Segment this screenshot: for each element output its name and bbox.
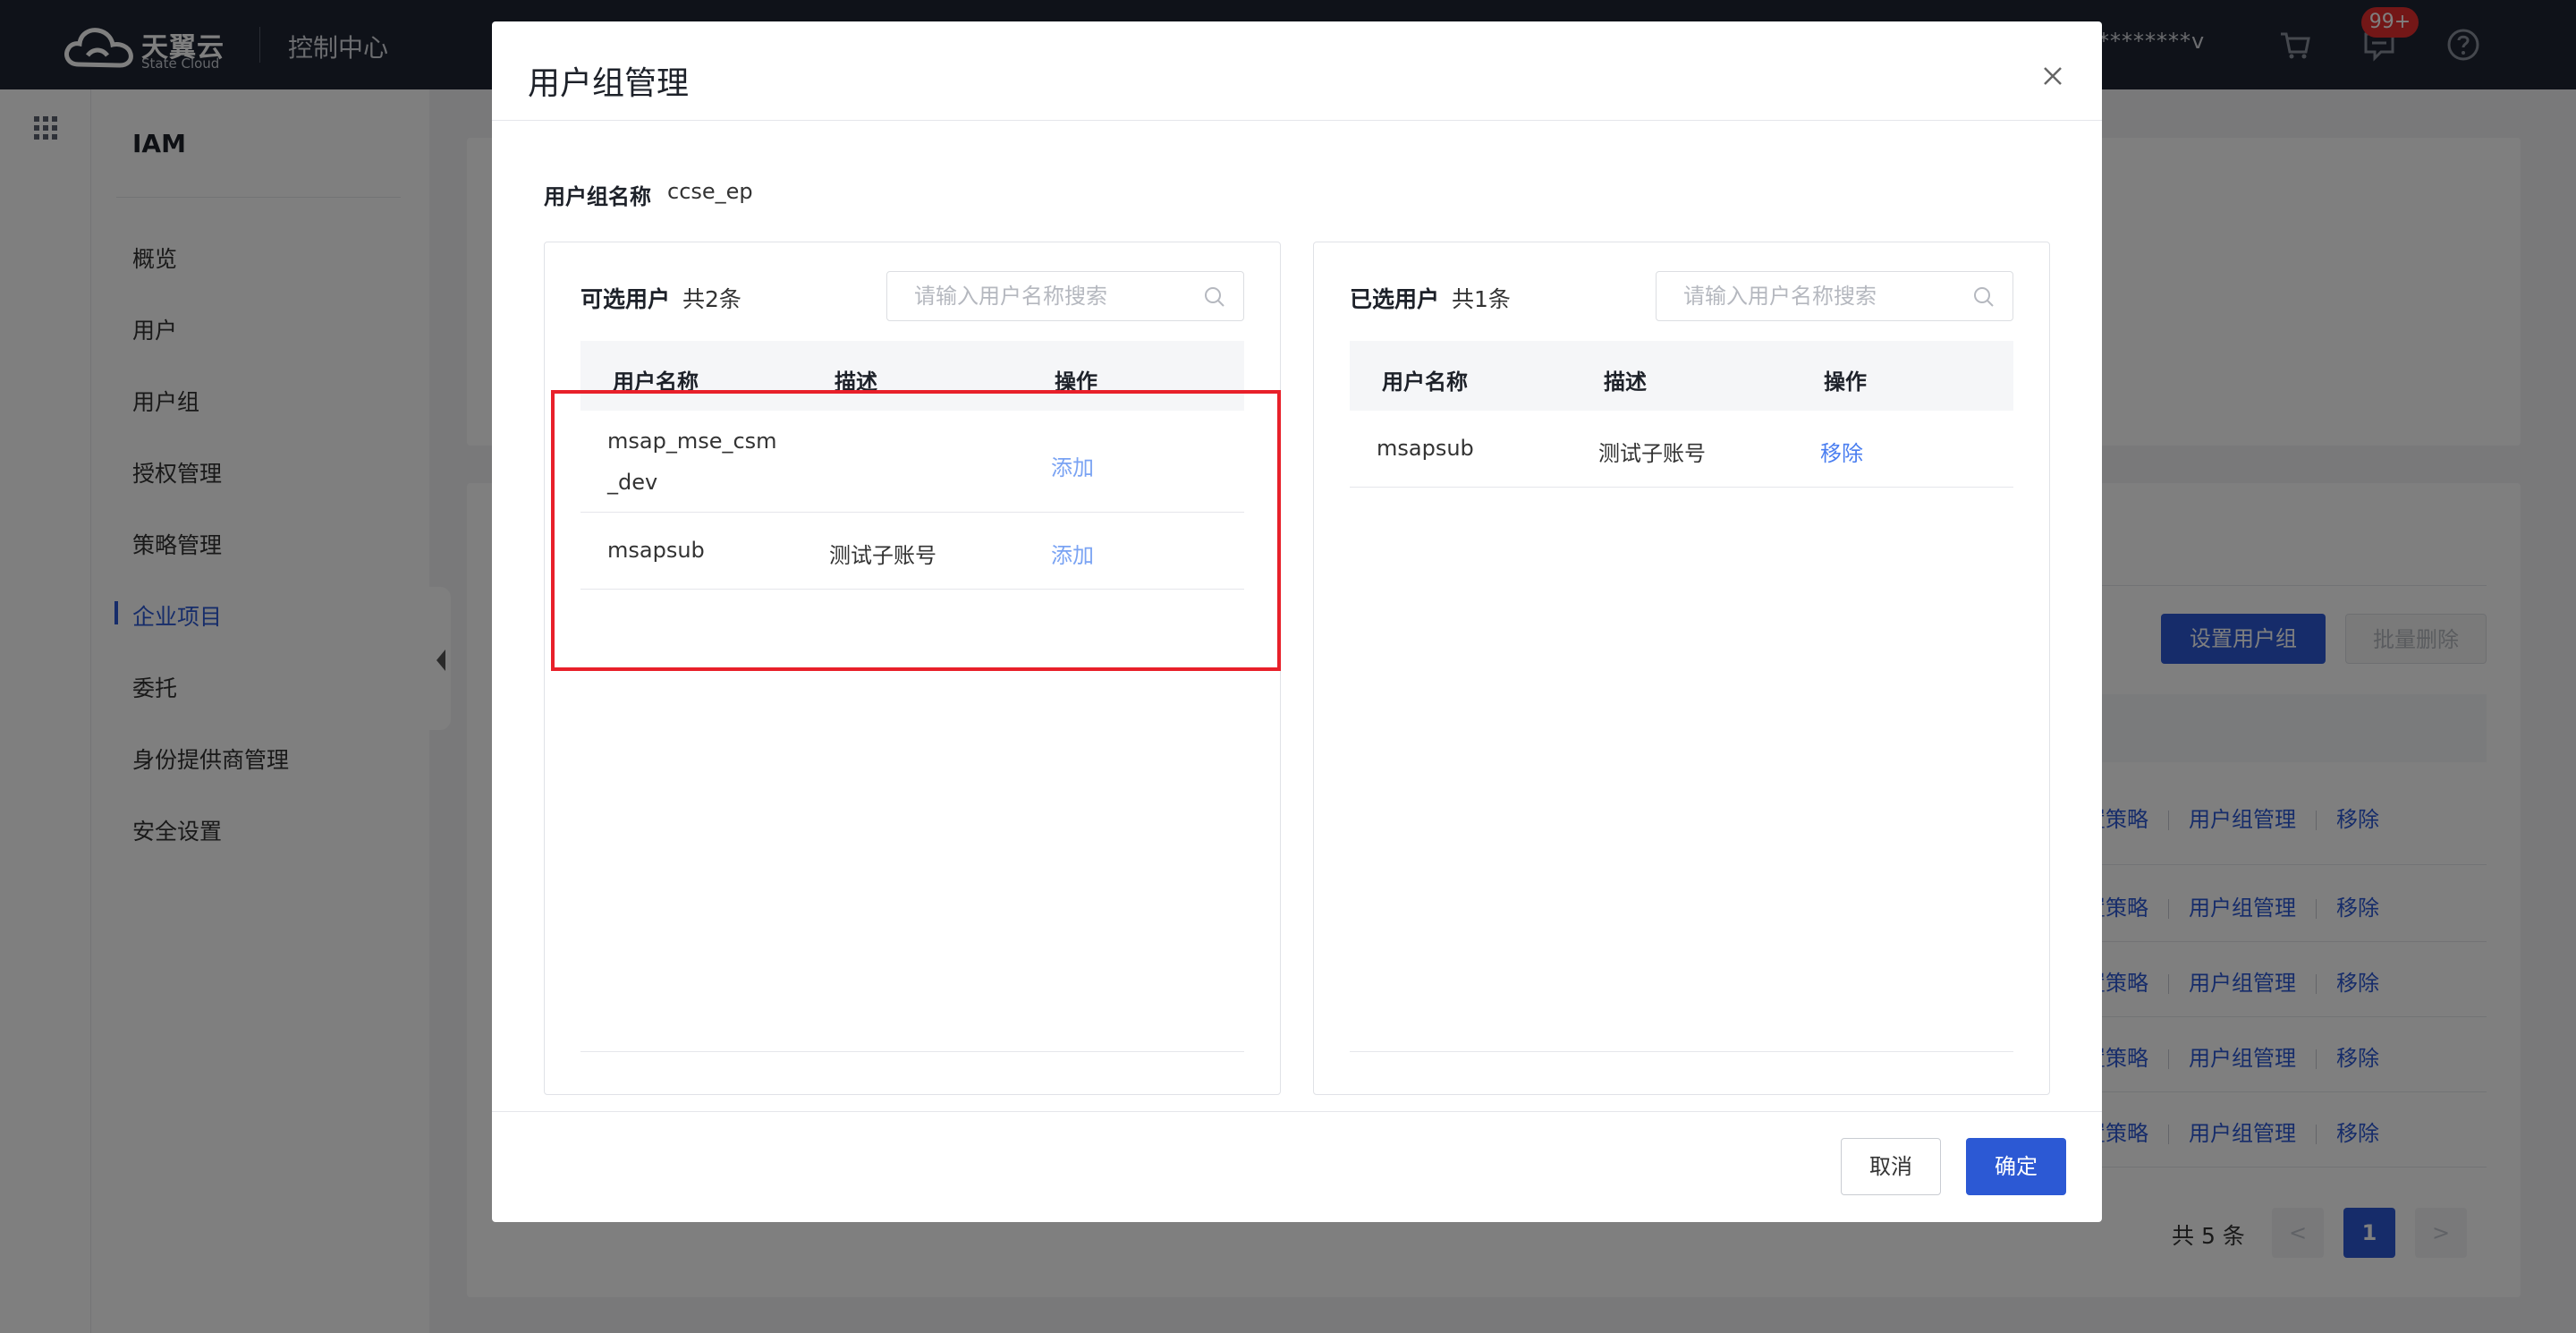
available-users-search-input[interactable]: [914, 281, 1200, 311]
selected-users-title: 已选用户: [1350, 286, 1440, 312]
group-name-label: 用户组名称: [544, 184, 651, 209]
confirm-button[interactable]: 确定: [1966, 1138, 2066, 1195]
selected-users-panel: 已选用户 共1条 用户名称 描述 操作 msapsub 测试子账号 移除: [1313, 242, 2050, 1095]
panel-footer-divider: [580, 1051, 1244, 1052]
table-row: msapsub 测试子账号 移除: [1350, 411, 2013, 488]
panel-footer-divider: [1350, 1051, 2013, 1052]
dialog-footer-divider: [492, 1111, 2102, 1112]
user-name-cell: msapsub: [1377, 436, 1474, 461]
selected-users-search-input[interactable]: [1683, 281, 1970, 311]
column-header-description: 描述: [1604, 369, 1647, 395]
remove-user-link[interactable]: 移除: [1820, 436, 1863, 467]
user-desc-cell: 测试子账号: [1598, 441, 1706, 466]
search-icon[interactable]: [1971, 284, 1996, 310]
annotation-highlight-box: [551, 390, 1281, 671]
dialog-header-divider: [492, 120, 2102, 121]
selected-users-count: 共1条: [1452, 286, 1511, 312]
dialog-title: 用户组管理: [528, 65, 690, 102]
close-icon[interactable]: [2039, 63, 2066, 89]
selected-users-table-header: 用户名称 描述 操作: [1350, 341, 2013, 411]
column-header-action: 操作: [1824, 369, 1867, 395]
group-name-value: ccse_ep: [667, 179, 753, 204]
cancel-button[interactable]: 取消: [1841, 1138, 1941, 1195]
column-header-username: 用户名称: [1382, 369, 1468, 395]
search-icon[interactable]: [1202, 284, 1227, 310]
available-users-search[interactable]: [886, 271, 1244, 321]
available-users-title: 可选用户: [580, 286, 671, 312]
available-users-count: 共2条: [682, 286, 741, 312]
selected-users-search[interactable]: [1656, 271, 2013, 321]
